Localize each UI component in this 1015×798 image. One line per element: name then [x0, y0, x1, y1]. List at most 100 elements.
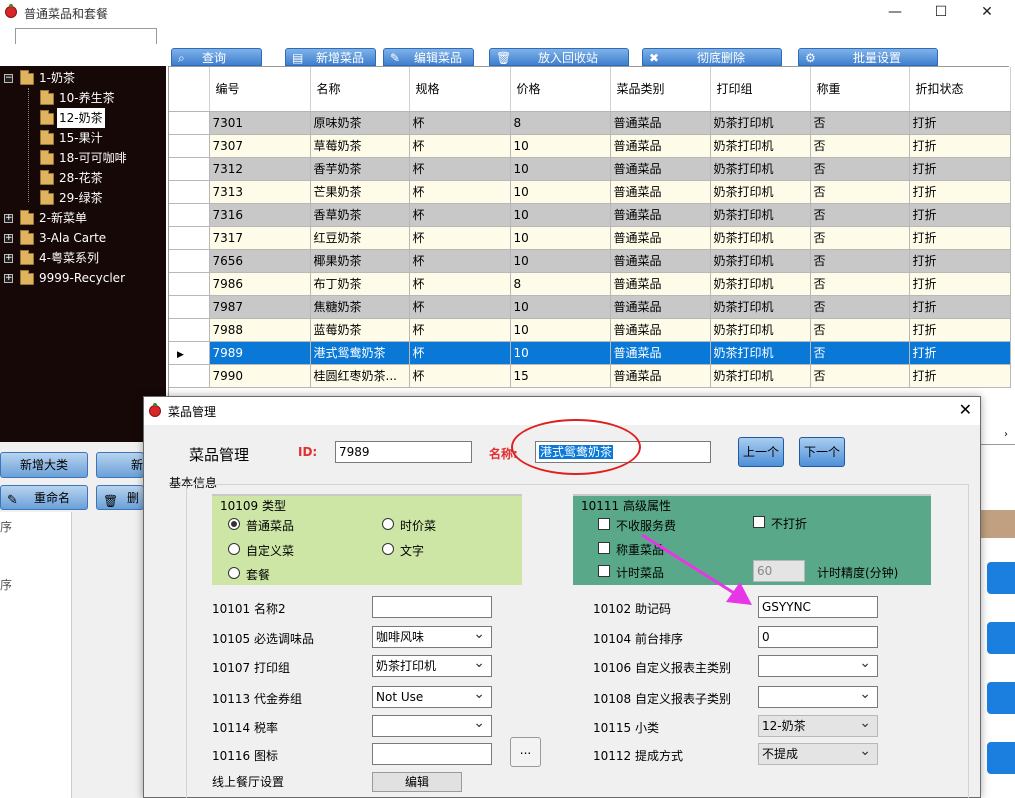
table-cell[interactable]: 杯 — [409, 341, 511, 365]
column-header[interactable]: 名称 — [310, 67, 410, 112]
table-cell[interactable]: 7986 — [209, 272, 311, 296]
table-row[interactable]: ▶ 7989 港式鸳鸯奶茶杯 10 普通菜品 奶茶打印机否打折 — [169, 341, 1011, 365]
no-service-fee-checkbox[interactable] — [598, 518, 610, 530]
select-field[interactable]: 奶茶打印机 — [372, 655, 492, 677]
tree-item[interactable]: +9999-Recycler — [0, 268, 166, 288]
row-header[interactable] — [169, 364, 210, 388]
collapse-icon[interactable]: − — [4, 74, 13, 83]
table-cell[interactable]: 8 — [510, 111, 611, 135]
row-header[interactable] — [169, 249, 210, 273]
online-edit-button[interactable]: 编辑 — [372, 772, 462, 792]
tree-item[interactable]: − 1-奶茶 — [0, 68, 166, 88]
table-cell[interactable]: 否 — [810, 249, 910, 273]
table-row[interactable]: 7313 芒果奶茶杯 10 普通菜品 奶茶打印机否打折 — [169, 180, 1011, 204]
row-header[interactable] — [169, 111, 210, 135]
column-header[interactable]: 折扣状态 — [909, 67, 1011, 112]
row-header[interactable] — [169, 157, 210, 181]
table-row[interactable]: 7987 焦糖奶茶杯 10 普通菜品 奶茶打印机否打折 — [169, 295, 1011, 319]
table-cell[interactable]: 奶茶打印机 — [710, 134, 811, 158]
table-cell[interactable]: 打折 — [909, 272, 1011, 296]
next-button[interactable]: 下一个 — [799, 437, 845, 467]
radio-market-price[interactable] — [382, 518, 394, 530]
table-cell[interactable]: 10 — [510, 226, 611, 250]
expand-icon[interactable]: + — [4, 274, 13, 283]
table-cell[interactable]: 打折 — [909, 203, 1011, 227]
text-field[interactable] — [372, 596, 492, 618]
table-cell[interactable]: 杯 — [409, 364, 511, 388]
table-cell[interactable]: 7987 — [209, 295, 311, 319]
radio-text[interactable] — [382, 543, 394, 555]
select-field[interactable]: 咖啡风味 — [372, 626, 492, 648]
text-field[interactable] — [372, 743, 492, 765]
select-field[interactable]: Not Use — [372, 686, 492, 708]
column-header[interactable]: 规格 — [409, 67, 511, 112]
table-cell[interactable]: 7990 — [209, 364, 311, 388]
table-cell[interactable]: 打折 — [909, 364, 1011, 388]
table-row[interactable]: 7312 香芋奶茶杯 10 普通菜品 奶茶打印机否打折 — [169, 157, 1011, 181]
add-subcategory-button[interactable]: 新 — [96, 452, 144, 478]
table-cell[interactable]: 奶茶打印机 — [710, 249, 811, 273]
table-cell[interactable]: 普通菜品 — [610, 203, 711, 227]
table-cell[interactable]: 7316 — [209, 203, 311, 227]
table-cell[interactable]: 10 — [510, 134, 611, 158]
timed-checkbox[interactable] — [598, 565, 610, 577]
table-cell[interactable]: 7989 — [209, 341, 311, 365]
row-header[interactable]: ▶ — [169, 341, 210, 365]
select-field[interactable] — [372, 715, 492, 737]
table-cell[interactable]: 打折 — [909, 111, 1011, 135]
text-field[interactable]: 0 — [758, 626, 878, 648]
table-cell[interactable]: 否 — [810, 134, 910, 158]
table-cell[interactable]: 普通菜品 — [610, 134, 711, 158]
column-header[interactable]: 价格 — [510, 67, 611, 112]
column-header[interactable]: 编号 — [209, 67, 311, 112]
scroll-right-arrow[interactable]: › — [980, 428, 1008, 442]
table-cell[interactable]: 否 — [810, 318, 910, 342]
close-window-button[interactable]: ✕ — [964, 0, 1010, 26]
table-cell[interactable]: 否 — [810, 180, 910, 204]
column-header[interactable]: 称重 — [810, 67, 910, 112]
tree-item[interactable]: 10-养生茶 — [0, 88, 166, 108]
table-cell[interactable]: 普通菜品 — [610, 364, 711, 388]
table-cell[interactable]: 普通菜品 — [610, 180, 711, 204]
table-cell[interactable]: 普通菜品 — [610, 226, 711, 250]
table-cell[interactable]: 打折 — [909, 341, 1011, 365]
select-field[interactable] — [758, 686, 878, 708]
table-cell[interactable]: 奶茶打印机 — [710, 341, 811, 365]
tree-item[interactable]: +2-新菜单 — [0, 208, 166, 228]
table-cell[interactable]: 杯 — [409, 203, 511, 227]
table-cell[interactable]: 奶茶打印机 — [710, 203, 811, 227]
table-row[interactable]: 7988 蓝莓奶茶杯 10 普通菜品 奶茶打印机否打折 — [169, 318, 1011, 342]
table-cell[interactable]: 香草奶茶 — [310, 203, 410, 227]
table-cell[interactable]: 杯 — [409, 318, 511, 342]
table-cell[interactable]: 10 — [510, 157, 611, 181]
browse-icon-button[interactable]: ... — [510, 737, 541, 767]
table-cell[interactable]: 否 — [810, 364, 910, 388]
edit-item-button[interactable]: ✎ 编辑菜品 — [383, 48, 474, 66]
table-cell[interactable]: 8 — [510, 272, 611, 296]
weighed-checkbox[interactable] — [598, 542, 610, 554]
table-cell[interactable]: 10 — [510, 341, 611, 365]
tree-item[interactable]: +4-粤菜系列 — [0, 248, 166, 268]
batch-settings-button[interactable]: ⚙ 批量设置 — [798, 48, 938, 66]
table-cell[interactable]: 7317 — [209, 226, 311, 250]
expand-icon[interactable]: + — [4, 234, 13, 243]
row-header[interactable] — [169, 180, 210, 204]
table-cell[interactable]: 奶茶打印机 — [710, 364, 811, 388]
table-cell[interactable]: 否 — [810, 226, 910, 250]
table-cell[interactable]: 奶茶打印机 — [710, 180, 811, 204]
expand-icon[interactable]: + — [4, 254, 13, 263]
table-cell[interactable]: 杯 — [409, 272, 511, 296]
table-row[interactable]: 7317 红豆奶茶杯 10 普通菜品 奶茶打印机否打折 — [169, 226, 1011, 250]
table-row[interactable]: 7301 原味奶茶杯 8 普通菜品 奶茶打印机否打折 — [169, 111, 1011, 135]
table-cell[interactable]: 奶茶打印机 — [710, 272, 811, 296]
table-cell[interactable]: 普通菜品 — [610, 249, 711, 273]
dialog-close-button[interactable]: ✕ — [959, 400, 972, 419]
table-row[interactable]: 7307 草莓奶茶杯 10 普通菜品 奶茶打印机否打折 — [169, 134, 1011, 158]
table-cell[interactable]: 7312 — [209, 157, 311, 181]
table-cell[interactable]: 10 — [510, 180, 611, 204]
table-cell[interactable]: 否 — [810, 157, 910, 181]
table-cell[interactable]: 杯 — [409, 226, 511, 250]
table-cell[interactable]: 奶茶打印机 — [710, 318, 811, 342]
table-cell[interactable]: 否 — [810, 272, 910, 296]
tree-item[interactable]: 28-花茶 — [0, 168, 166, 188]
